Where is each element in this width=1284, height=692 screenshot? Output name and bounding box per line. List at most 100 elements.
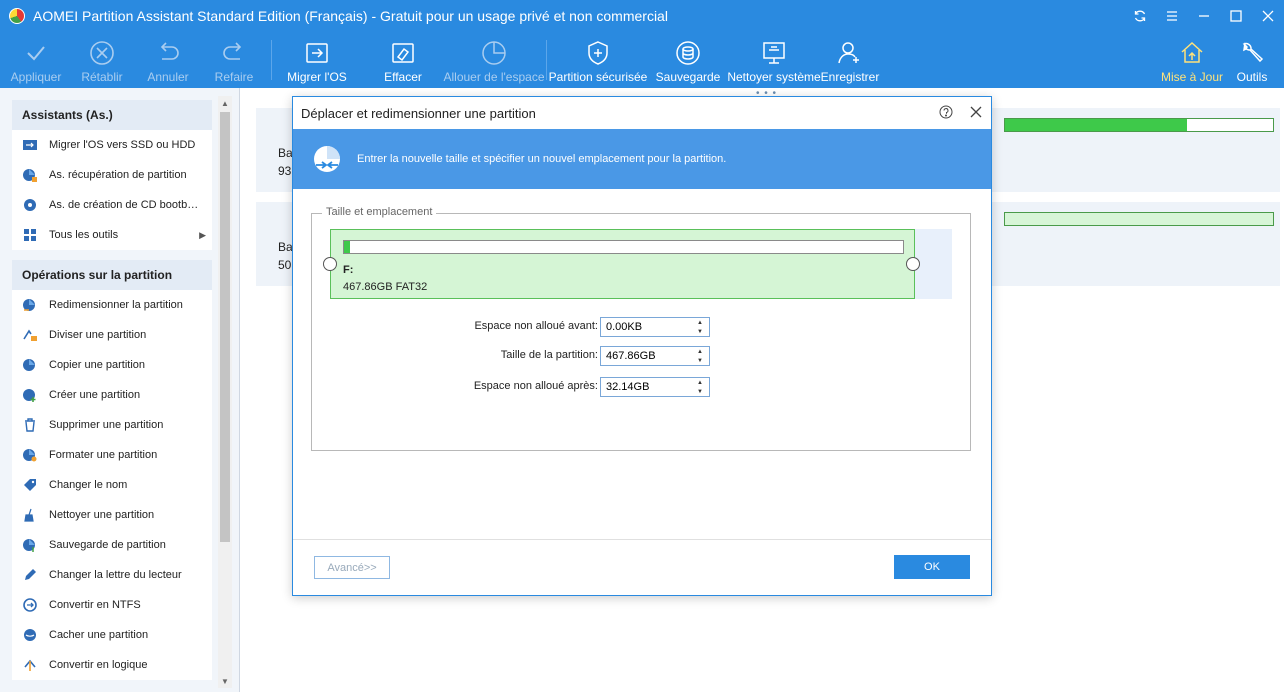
refresh-icon[interactable] [1124,0,1156,32]
spin-down-icon[interactable]: ▼ [691,387,709,396]
split-icon [22,327,38,343]
secure-partition-button[interactable]: Partition sécurisée [549,32,647,88]
field-row-before: Espace non alloué avant: ▲▼ [312,317,972,337]
redo-icon [219,38,249,68]
operation-label: Copier une partition [49,359,146,371]
clean-system-label: Nettoyer système [727,70,821,84]
resize-handle-left[interactable] [323,257,337,271]
tools-label: Outils [1236,70,1268,84]
wizard-migrate-os[interactable]: Migrer l'OS vers SSD ou HDD [12,130,212,160]
help-icon[interactable] [939,105,953,119]
banner-text: Entrer la nouvelle taille et spécifier u… [357,153,727,165]
disk-usage-fill [1005,119,1188,131]
backup-button[interactable]: Sauvegarde [656,32,720,88]
sidebar-operation-item[interactable]: Copier une partition [12,350,212,380]
spin-up-icon[interactable]: ▲ [691,378,709,387]
update-button[interactable]: Mise à Jour [1160,32,1224,88]
spin-down-icon[interactable]: ▼ [691,356,709,365]
resize-pie-icon [314,146,340,172]
unallocated-before-input[interactable] [601,318,689,336]
ok-button[interactable]: OK [894,555,970,579]
sidebar-scrollbar[interactable]: ▲ ▼ [218,96,232,688]
close-icon[interactable] [1252,0,1284,32]
clean-system-button[interactable]: Nettoyer système [727,32,821,88]
allocate-space-button[interactable]: Allouer de l'espace [443,32,545,88]
sidebar-operation-item[interactable]: Sauvegarde de partition [12,530,212,560]
disk-usage-bar [1004,212,1274,226]
operations-list: Redimensionner la partition Diviser une p… [12,290,212,680]
maximize-icon[interactable] [1220,0,1252,32]
sidebar-operation-item[interactable]: Changer la lettre du lecteur [12,560,212,590]
sidebar-operation-item[interactable]: Formater une partition [12,440,212,470]
pie-chart-icon [479,38,509,68]
resize-icon [22,297,38,313]
operation-label: Cacher une partition [49,629,149,641]
operation-label: Nettoyer une partition [49,509,155,521]
migrate-os-label: Migrer l'OS [287,70,347,84]
tools-button[interactable]: Outils [1232,32,1272,88]
backup-icon [22,537,38,553]
retry-button[interactable]: Refaire [208,32,260,88]
partition-map: F: 467.86GB FAT32 [330,229,952,299]
left-pane: Assistants (As.) Migrer l'OS vers SSD ou… [0,88,240,692]
sidebar-operation-item[interactable]: Nettoyer une partition [12,500,212,530]
dialog-close-icon[interactable] [969,105,983,119]
wizard-partition-recovery[interactable]: As. récupération de partition [12,160,212,190]
partition-size-stepper[interactable]: ▲▼ [600,346,710,366]
sidebar-operation-item[interactable]: Convertir en NTFS [12,590,212,620]
wipe-button[interactable]: Effacer [370,32,436,88]
wizard-label: As. de création de CD bootb… [49,199,199,211]
window-title: AOMEI Partition Assistant Standard Editi… [33,8,668,24]
sidebar-operation-item[interactable]: Convertir en logique [12,650,212,680]
scroll-down-icon[interactable]: ▼ [218,674,232,688]
sidebar-operation-item[interactable]: Cacher une partition [12,620,212,650]
operation-label: Changer la lettre du lecteur [49,569,182,581]
hide-icon [22,627,38,643]
spin-up-icon[interactable]: ▲ [691,318,709,327]
spin-down-icon[interactable]: ▼ [691,327,709,336]
undo-button[interactable]: Annuler [142,32,194,88]
scroll-up-icon[interactable]: ▲ [218,96,232,110]
sidebar-operation-item[interactable]: Supprimer une partition [12,410,212,440]
operation-label: Changer le nom [49,479,128,491]
scroll-thumb[interactable] [220,112,230,542]
wizard-label: Migrer l'OS vers SSD ou HDD [49,139,196,151]
register-button[interactable]: Enregistrer [820,32,880,88]
resize-partition-dialog: Déplacer et redimensionner une partition… [292,96,992,596]
sidebar-operation-item[interactable]: Diviser une partition [12,320,212,350]
disk-type: Ba [278,146,293,160]
wizard-bootable-cd[interactable]: As. de création de CD bootb… [12,190,212,220]
partition-block[interactable]: F: 467.86GB FAT32 [330,229,915,299]
sidebar-operation-item[interactable]: Créer une partition [12,380,212,410]
menu-icon[interactable] [1156,0,1188,32]
disk-type: Ba [278,240,293,254]
unallocated-after-stepper[interactable]: ▲▼ [600,377,710,397]
sidebar-operation-item[interactable]: Redimensionner la partition [12,290,212,320]
apply-button[interactable]: Appliquer [8,32,64,88]
size-location-group: Taille et emplacement F: 467.86GB FAT32 … [311,206,972,451]
wrench-icon [1237,38,1267,68]
create-icon [22,387,38,403]
unallocated-before-label: Espace non alloué avant: [474,320,598,332]
eraser-icon [388,38,418,68]
wizard-label: Tous les outils [49,229,119,241]
unallocated-before-stepper[interactable]: ▲▼ [600,317,710,337]
operation-label: Diviser une partition [49,329,147,341]
partition-usage-bar [343,240,904,254]
minimize-icon[interactable] [1188,0,1220,32]
resize-handle-right[interactable] [906,257,920,271]
advanced-button[interactable]: Avancé>> [314,556,390,579]
migrate-disk-icon [22,137,38,153]
wizard-all-tools[interactable]: Tous les outils ▶ [12,220,212,250]
partition-info: 467.86GB FAT32 [343,281,428,293]
unallocated-after-input[interactable] [601,378,689,396]
disk-usage-bar [1004,118,1274,132]
operation-label: Sauvegarde de partition [49,539,166,551]
sidebar-operation-item[interactable]: Changer le nom [12,470,212,500]
convert-icon [22,597,38,613]
spin-up-icon[interactable]: ▲ [691,347,709,356]
pen-icon [22,567,38,583]
migrate-os-button[interactable]: Migrer l'OS [284,32,350,88]
redo-button[interactable]: Rétablir [76,32,128,88]
partition-size-input[interactable] [601,347,689,365]
